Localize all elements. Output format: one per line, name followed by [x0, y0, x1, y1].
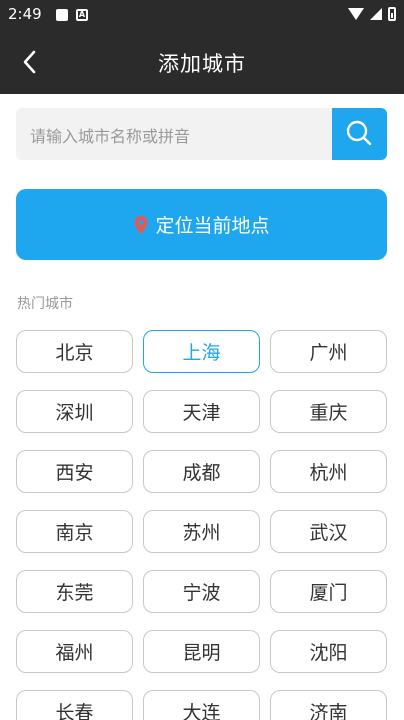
locate-label: 定位当前地点: [155, 215, 270, 237]
city-button[interactable]: 昆明: [143, 630, 260, 673]
search-input[interactable]: 请输入城市名称或拼音: [30, 123, 190, 147]
app-bar: 添加城市: [0, 30, 404, 94]
app-notification-icon: A: [76, 9, 88, 21]
page-title: 添加城市: [158, 52, 246, 76]
city-button[interactable]: 厦门: [270, 570, 387, 613]
search-icon: [346, 120, 372, 146]
city-button[interactable]: 重庆: [270, 390, 387, 433]
city-button[interactable]: 南京: [16, 510, 133, 553]
city-button[interactable]: 东莞: [16, 570, 133, 613]
battery-icon: [388, 7, 396, 21]
city-button[interactable]: 上海: [143, 330, 260, 373]
signal-icon: [370, 8, 382, 20]
wifi-icon: [348, 8, 364, 20]
status-icons: [348, 7, 396, 21]
city-button[interactable]: 宁波: [143, 570, 260, 613]
city-button[interactable]: 广州: [270, 330, 387, 373]
city-button[interactable]: 深圳: [16, 390, 133, 433]
notification-icon: [56, 9, 68, 21]
city-button[interactable]: 福州: [16, 630, 133, 673]
locate-current-button[interactable]: 定位当前地点: [16, 189, 387, 260]
city-button[interactable]: 济南: [270, 690, 387, 720]
hot-cities-title: 热门城市: [17, 296, 73, 312]
city-button[interactable]: 沈阳: [270, 630, 387, 673]
search-bar[interactable]: 请输入城市名称或拼音: [16, 108, 387, 160]
city-button[interactable]: 苏州: [143, 510, 260, 553]
city-button[interactable]: 大连: [143, 690, 260, 720]
status-bar: 2:49 A: [0, 0, 404, 30]
city-button[interactable]: 杭州: [270, 450, 387, 493]
city-button[interactable]: 长春: [16, 690, 133, 720]
status-time: 2:49: [8, 5, 42, 23]
hot-cities-grid: 北京 上海 广州深圳 天津 重庆西安 成都 杭州南京 苏州 武汉东莞 宁波 厦门福州 昆明 沈阳长春 大连…: [16, 330, 388, 720]
city-button[interactable]: 北京: [16, 330, 133, 373]
city-button[interactable]: 成都: [143, 450, 260, 493]
search-button[interactable]: [332, 108, 387, 160]
city-button[interactable]: 武汉: [270, 510, 387, 553]
city-button[interactable]: 西安: [16, 450, 133, 493]
city-button[interactable]: 天津: [143, 390, 260, 433]
location-pin-icon: [134, 215, 148, 234]
